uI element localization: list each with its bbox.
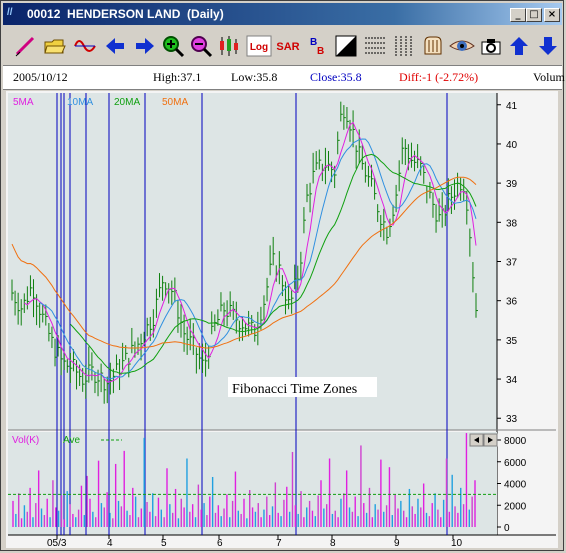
svg-text:B: B [317,46,324,57]
vol-tick-label: 4000 [504,480,527,491]
zoom-in-icon [163,36,185,58]
pen-icon [15,36,35,57]
wave-tool-button[interactable] [70,31,100,61]
eye-icon [449,40,475,51]
view-button[interactable] [446,31,476,61]
sar-icon: SAR [276,41,299,53]
quote-info-bar: 2005/10/12 High:37.1 Low:35.8 Close:35.8… [3,65,565,90]
vol-tick-label: 0 [504,523,510,534]
y-tick-label: 35 [506,336,518,347]
bollinger-button[interactable]: BB [302,31,332,61]
svg-text:SAR: SAR [276,41,299,53]
zoom-in-button[interactable] [158,31,188,61]
scroll-left-button[interactable] [100,31,130,61]
maximize-button[interactable]: □ [526,8,542,22]
open-folder-icon [44,39,66,54]
zoom-out-button[interactable] [186,31,216,61]
quote-diff: Diff:-1 (-2.72%) [399,70,479,84]
vertical-grid-button[interactable] [389,31,419,61]
y-tick-label: 36 [506,297,518,308]
window-title: 00012 HENDERSON LAND (Daily) [27,7,224,21]
quote-close: Close:35.8 [310,70,362,84]
color-invert-button[interactable] [331,31,361,61]
legend-50ma: 50MA [162,97,188,108]
camera-icon [481,39,501,55]
log-scale-button[interactable]: Log [243,31,273,61]
contrast-icon [335,35,357,57]
quote-low: Low:35.8 [231,70,278,84]
stamp-tool-button[interactable] [418,31,448,61]
scroll-down-button[interactable] [533,31,563,61]
app-logo-icon: // [7,7,13,18]
quote-date: 2005/10/12 [13,70,68,84]
open-file-button[interactable] [40,31,70,61]
fibonacci-annotation: Fibonacci Time Zones [232,382,357,397]
chart-area[interactable]: 41 40 39 38 37 36 35 34 33 8000 6000 4000 2000 0 05/… [6,91,558,549]
quote-high: High:37.1 [153,70,202,84]
x-tick-label: 8 [330,538,336,548]
minimize-button[interactable]: _ [510,8,526,22]
vol-tick-label: 2000 [504,501,527,512]
legend-5ma: 5MA [13,97,34,108]
vol-legend-label: Vol(K) [12,435,39,446]
log-icon: Log [246,35,272,57]
horizontal-grid-button[interactable] [360,31,390,61]
app-window: // 00012 HENDERSON LAND (Daily) _ □ × Lo… [0,0,565,551]
x-tick-label: 4 [107,538,113,548]
y-tick-label: 39 [506,179,518,190]
stock-chart[interactable]: 41 40 39 38 37 36 35 34 33 8000 6000 4000 2000 0 05/… [6,91,558,549]
y-tick-label: 38 [506,218,518,229]
toolbar: Log SAR BB [3,28,563,64]
quote-volume: Volum [533,70,565,84]
arrow-right-icon [136,38,154,54]
vol-legend-average: Ave [63,435,80,446]
x-tick-label: 6 [217,538,223,548]
x-tick-label: 5 [161,538,167,548]
y-tick-label: 37 [506,258,518,269]
arrow-down-icon [539,37,557,55]
y-tick-label: 34 [506,375,518,386]
arrow-up-icon [510,37,528,55]
title-bar[interactable]: // 00012 HENDERSON LAND (Daily) _ □ × [3,3,562,25]
vol-tick-label: 8000 [504,436,527,447]
grid-h-icon [365,37,385,54]
candlestick-button[interactable] [214,31,244,61]
zoom-out-icon [191,36,213,58]
scroll-right-button[interactable] [130,31,160,61]
x-tick-label: 9 [394,538,400,548]
vol-tick-label: 6000 [504,458,527,469]
vol-scroll-right-button[interactable] [483,433,498,447]
grid-v-icon [395,36,412,56]
x-tick-label: 05/3 [47,538,67,548]
snapshot-button[interactable] [476,31,506,61]
svg-text:Log: Log [250,42,268,53]
close-button[interactable]: × [544,8,560,22]
x-tick-label: 7 [276,538,282,548]
candlestick-icon [220,36,238,56]
scroll-up-button[interactable] [504,31,534,61]
legend-20ma: 20MA [114,97,140,108]
y-tick-label: 33 [506,414,518,425]
arrow-left-icon [106,38,124,54]
y-tick-label: 40 [506,140,518,151]
bollinger-icon: BB [310,37,324,57]
sar-button[interactable]: SAR [272,31,302,61]
draw-pen-button[interactable] [10,31,40,61]
y-tick-label: 41 [506,101,518,112]
stamp-icon [424,36,442,55]
x-tick-label: 10 [451,538,463,548]
vol-scroll-left-button[interactable] [469,433,484,447]
wave-icon [74,40,96,52]
legend-10ma: 10MA [67,97,93,108]
